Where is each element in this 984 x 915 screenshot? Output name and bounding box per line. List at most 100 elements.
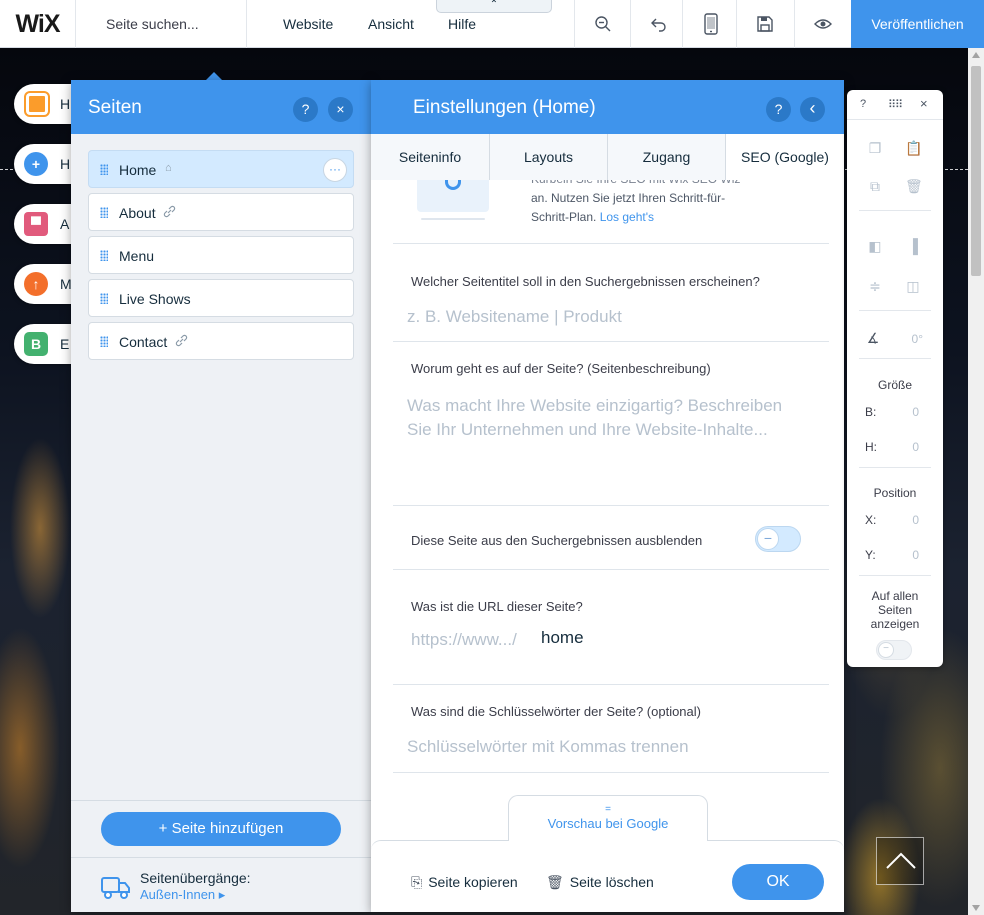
link-icon — [175, 334, 188, 350]
url-slug-input[interactable] — [541, 628, 741, 648]
paste-icon[interactable]: 📋 — [905, 140, 922, 156]
copy-icon[interactable]: ❐ — [867, 140, 883, 156]
seo-settings-body[interactable]: Kurbeln Sie Ihre SEO mit Wix SEO Wiz an.… — [371, 180, 844, 850]
more-options-button[interactable]: ··· — [323, 158, 347, 182]
page-item-menu[interactable]: Menu — [88, 236, 354, 274]
google-preview-label: Vorschau bei Google — [547, 816, 669, 831]
align-icon[interactable]: ▐ — [905, 238, 921, 254]
undo-button[interactable] — [630, 0, 686, 48]
delete-page-label: Seite löschen — [569, 874, 654, 890]
distribute-icon[interactable]: ≑ — [867, 278, 883, 294]
seo-title-input[interactable] — [407, 304, 807, 330]
google-preview-button[interactable]: = Vorschau bei Google — [508, 795, 708, 841]
zoom-button[interactable] — [574, 0, 630, 48]
promo-line: an. Nutzen Sie jetzt Ihren Schritt-für- — [531, 191, 726, 205]
page-item-label: Menu — [119, 248, 155, 264]
add-page-button[interactable]: + Seite hinzufügen — [101, 812, 341, 846]
divider — [859, 358, 931, 359]
size-heading: Größe — [877, 378, 912, 392]
back-button[interactable]: ‹ — [800, 97, 825, 122]
divider — [393, 772, 829, 773]
help-button[interactable]: ? — [766, 97, 791, 122]
mobile-view-button[interactable] — [682, 0, 738, 48]
divider — [393, 684, 829, 685]
tab-zugang[interactable]: Zugang — [608, 134, 726, 180]
preview-button[interactable] — [794, 0, 850, 48]
drag-grip-icon: = — [605, 804, 611, 815]
help-button[interactable]: ? — [293, 97, 318, 122]
page-item-home[interactable]: Home ⌂ ··· — [88, 150, 354, 188]
scroll-up-icon[interactable] — [972, 52, 980, 58]
help-icon[interactable]: ? — [860, 98, 866, 110]
mobile-icon — [703, 13, 718, 35]
pages-panel-header: Seiten ? × — [71, 80, 371, 134]
transitions-title: Seitenübergänge: — [140, 870, 251, 886]
rotation-value[interactable]: 0° — [912, 332, 923, 346]
divider — [393, 505, 829, 506]
publish-button[interactable]: Veröffentlichen — [851, 0, 984, 48]
drag-handle-icon[interactable] — [100, 293, 108, 304]
leftbar-label: A — [60, 216, 70, 232]
page-item-contact[interactable]: Contact — [88, 322, 354, 360]
url-label: Was ist die URL dieser Seite? — [411, 599, 583, 614]
scrollbar-thumb[interactable] — [971, 66, 981, 276]
divider — [859, 210, 931, 211]
close-button[interactable]: × — [328, 97, 353, 122]
menu-hilfe[interactable]: Hilfe — [448, 16, 476, 32]
divider — [71, 857, 371, 858]
canvas-scrollbar[interactable] — [968, 48, 984, 915]
undo-icon — [650, 18, 666, 32]
pages-panel: Seiten ? × Home ⌂ ··· About Menu Live Sh… — [71, 80, 371, 912]
drag-handle-icon[interactable]: ⠿⠿ — [888, 98, 903, 111]
wix-logo[interactable]: WiX — [0, 0, 76, 48]
x-value[interactable]: 0 — [912, 513, 919, 527]
footer-divider — [371, 840, 844, 850]
keywords-input[interactable] — [407, 734, 807, 760]
leftbar-label: E — [60, 336, 70, 352]
match-size-icon[interactable]: ◫ — [905, 278, 921, 294]
delete-page-button[interactable]: 🗑 Seite löschen — [546, 874, 654, 891]
chevron-up-icon — [886, 852, 916, 869]
tab-layouts[interactable]: Layouts — [490, 134, 608, 180]
link-icon — [163, 205, 176, 221]
height-label: H: — [865, 440, 877, 454]
page-item-live-shows[interactable]: Live Shows — [88, 279, 354, 317]
copy-page-button[interactable]: ⎘ Seite kopieren — [411, 874, 518, 891]
seo-wiz-link[interactable]: Los geht's — [600, 210, 654, 224]
drag-handle-icon[interactable] — [100, 207, 108, 218]
tab-seo-google[interactable]: SEO (Google) — [726, 134, 844, 180]
drag-handle-icon[interactable] — [100, 164, 108, 175]
position-heading: Position — [873, 486, 917, 500]
illustration-shadow — [421, 218, 485, 220]
keywords-label: Was sind die Schlüsselwörter der Seite? … — [411, 704, 701, 719]
seo-description-input[interactable] — [407, 394, 807, 474]
leftbar-label: H — [60, 156, 71, 172]
transitions-link[interactable]: Außen-Innen ▸ — [140, 887, 225, 903]
show-on-all-pages-toggle[interactable]: − — [876, 640, 912, 660]
close-icon[interactable]: × — [920, 96, 928, 111]
trash-icon[interactable]: 🗑 — [905, 178, 923, 194]
collapse-chevron-icon[interactable]: ⌃ — [436, 0, 552, 13]
drag-handle-icon[interactable] — [100, 336, 108, 347]
scroll-down-icon[interactable] — [972, 905, 980, 911]
page-item-about[interactable]: About — [88, 193, 354, 231]
divider — [393, 569, 829, 570]
menu-website[interactable]: Website — [283, 16, 333, 32]
tab-seiteninfo[interactable]: Seiteninfo — [371, 134, 490, 180]
pages-panel-title: Seiten — [88, 97, 142, 118]
ok-button[interactable]: OK — [732, 864, 824, 900]
leftbar-label: H — [60, 96, 71, 112]
hide-from-search-toggle[interactable]: − — [755, 526, 801, 552]
search-input[interactable] — [106, 16, 246, 32]
save-button[interactable] — [736, 0, 792, 48]
arrange-icon[interactable]: ◧ — [867, 238, 883, 254]
y-value[interactable]: 0 — [912, 548, 919, 562]
menu-ansicht[interactable]: Ansicht — [368, 16, 414, 32]
height-value[interactable]: 0 — [912, 440, 919, 454]
drag-handle-icon[interactable] — [100, 250, 108, 261]
duplicate-icon[interactable]: ⧉ — [867, 178, 883, 194]
zoom-out-icon — [594, 16, 610, 32]
label-line: Seiten — [877, 603, 913, 617]
width-value[interactable]: 0 — [912, 405, 919, 419]
back-to-top-button[interactable] — [876, 837, 924, 885]
